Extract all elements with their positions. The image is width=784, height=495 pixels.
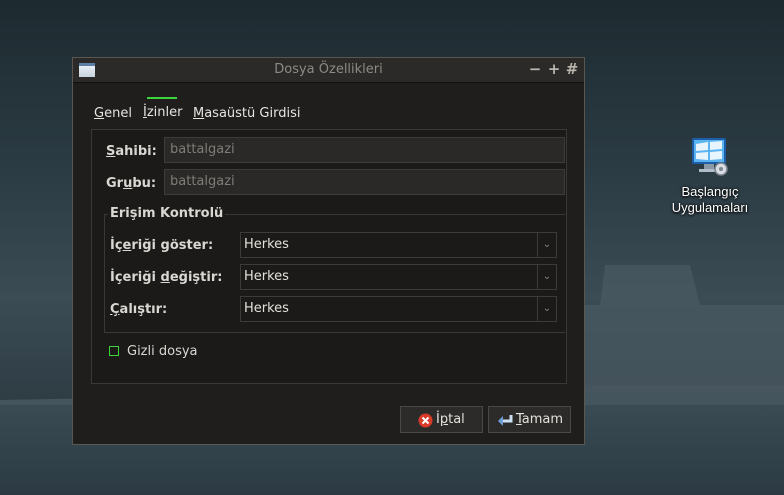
tab-desktop-entry[interactable]: Masaüstü Girdisi <box>193 106 300 121</box>
active-tab-indicator <box>147 97 177 99</box>
chevron-down-icon[interactable]: ⌄ <box>537 297 556 321</box>
owner-label: Sahibi: <box>106 144 157 159</box>
hidden-file-label[interactable]: Gizli dosya <box>127 344 198 359</box>
cancel-icon <box>418 412 433 428</box>
minimize-button[interactable]: − <box>527 60 543 78</box>
group-label: Grubu: <box>106 176 157 191</box>
change-content-value: Herkes <box>244 269 289 284</box>
ok-enter-icon <box>497 412 513 427</box>
group-field[interactable]: battalgazi <box>164 169 565 195</box>
change-content-label: İçeriği değiştir: <box>110 270 223 285</box>
execute-value: Herkes <box>244 301 289 316</box>
execute-select[interactable]: Herkes ⌄ <box>240 296 557 322</box>
hidden-file-checkbox[interactable] <box>109 346 119 356</box>
chevron-down-icon[interactable]: ⌄ <box>537 233 556 257</box>
execute-label: Çalıştır: <box>110 302 168 317</box>
permissions-panel: Sahibi: battalgazi Grubu: battalgazi Eri… <box>91 129 567 384</box>
ok-button[interactable]: Tamam <box>488 406 571 433</box>
access-control-title: Erişim Kontrolü <box>108 206 226 221</box>
titlebar[interactable]: Dosya Özellikleri − + # <box>73 58 584 83</box>
view-content-select[interactable]: Herkes ⌄ <box>240 232 557 258</box>
owner-field[interactable]: battalgazi <box>164 137 565 163</box>
window-title: Dosya Özellikleri <box>274 62 383 77</box>
change-content-select[interactable]: Herkes ⌄ <box>240 264 557 290</box>
chevron-down-icon[interactable]: ⌄ <box>537 265 556 289</box>
view-content-label: İçeriği göster: <box>110 238 214 253</box>
tab-permissions[interactable]: İzinler <box>143 105 182 120</box>
pin-button[interactable]: # <box>564 60 580 78</box>
view-content-value: Herkes <box>244 237 289 252</box>
cancel-button[interactable]: İptal <box>400 406 483 433</box>
desktop-icon-startup-apps[interactable]: Başlangıç Uygulamaları <box>662 134 758 216</box>
file-properties-dialog: Dosya Özellikleri − + # Genel İzinler Ma… <box>72 57 585 445</box>
desktop-icon-label-line1: Başlangıç <box>681 184 739 199</box>
startup-apps-monitor-icon <box>690 134 730 178</box>
tab-general[interactable]: Genel <box>94 106 132 121</box>
maximize-button[interactable]: + <box>546 60 562 78</box>
desktop-icon-label-line2: Uygulamaları <box>671 200 749 215</box>
